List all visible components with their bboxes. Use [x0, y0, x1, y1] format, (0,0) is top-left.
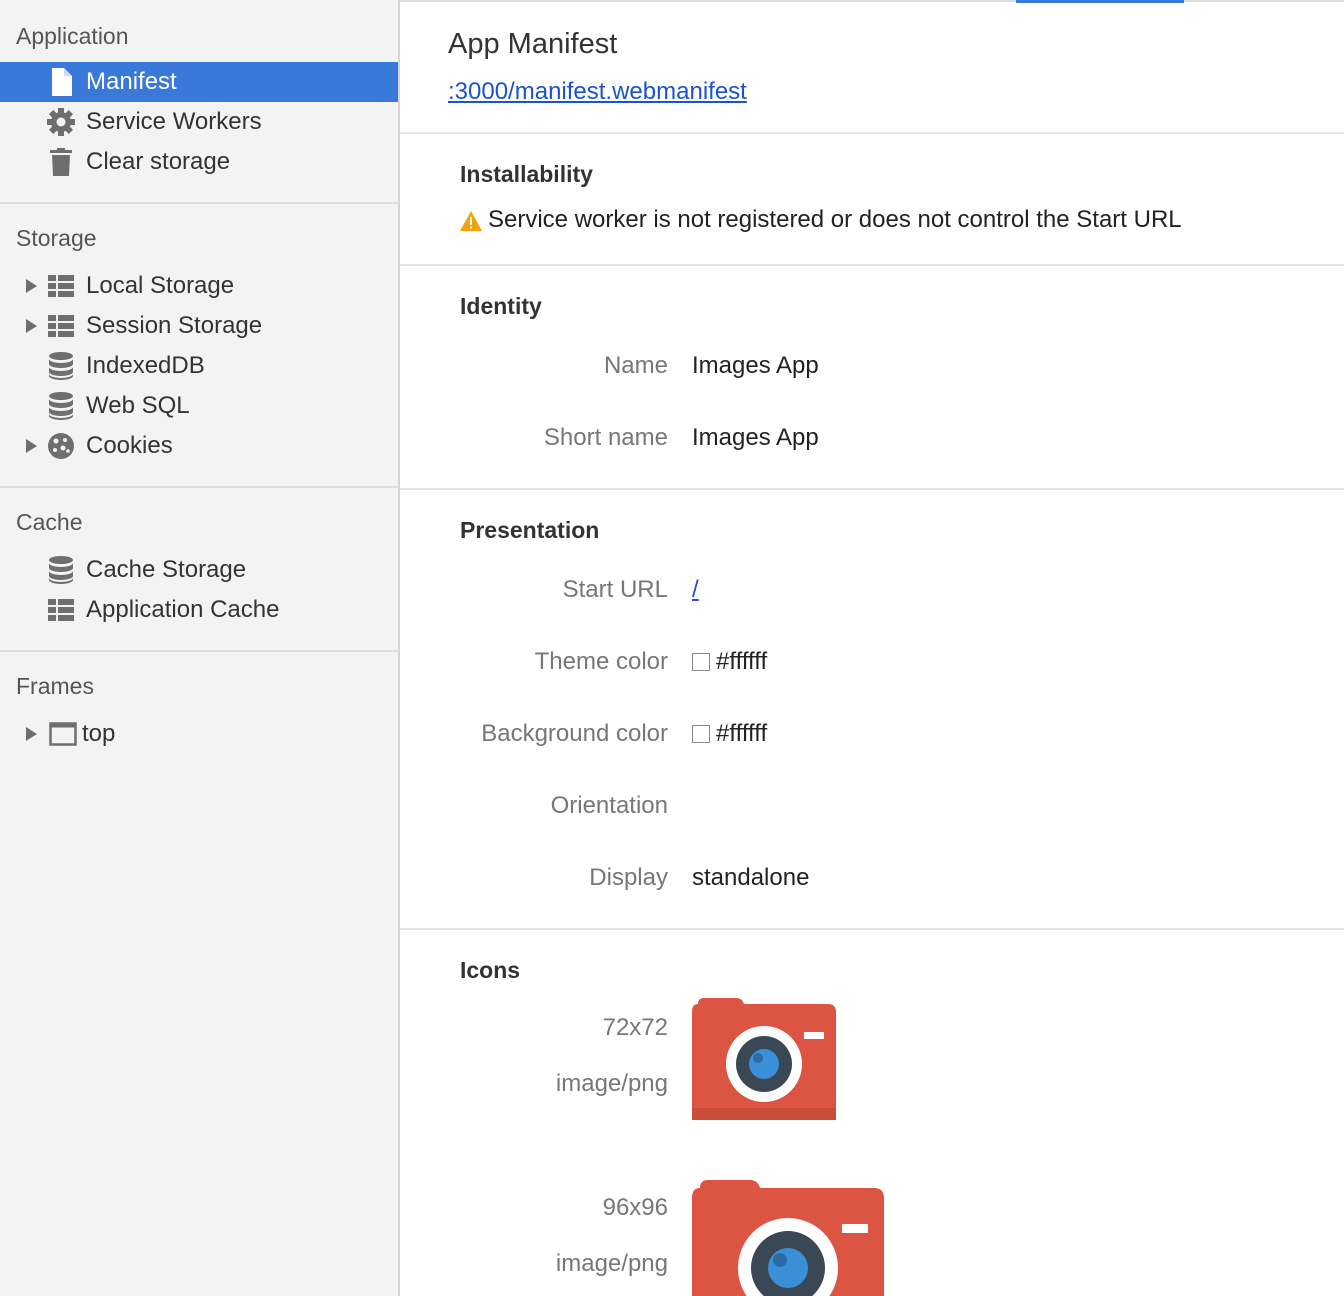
field-value: standalone — [692, 864, 810, 891]
manifest-pane: App Manifest :3000/manifest.webmanifest … — [400, 0, 1344, 1296]
manifest-header: App Manifest :3000/manifest.webmanifest — [400, 0, 1344, 134]
icons-section: Icons 72x72 image/png 96x96 image/png — [400, 930, 1344, 1296]
field-label: Short name — [543, 424, 668, 451]
database-icon — [46, 392, 76, 420]
sidebar-section-storage: Storage Local Storage Session Storage In… — [0, 204, 398, 488]
sidebar-item-cache-storage[interactable]: Cache Storage — [0, 550, 398, 590]
page-title: App Manifest — [448, 28, 618, 60]
field-label: Start URL — [562, 576, 668, 603]
color-value: #ffffff — [716, 720, 768, 747]
sidebar-item-service-workers[interactable]: Service Workers — [0, 102, 398, 142]
document-icon — [46, 68, 76, 96]
grid-icon — [46, 596, 76, 624]
field-value: #ffffff — [692, 648, 767, 676]
field-label: Display — [589, 864, 668, 891]
field-label: Background color — [481, 720, 668, 747]
icon-size: 96x96 — [602, 1194, 668, 1221]
section-heading: Identity — [460, 293, 542, 319]
sidebar-section-title: Application — [16, 23, 129, 49]
sidebar: Application Manifest Service Workers Cle… — [0, 0, 400, 1296]
manifest-url-link[interactable]: :3000/manifest.webmanifest — [448, 78, 747, 106]
field-row-display: Display standalone — [460, 864, 1344, 936]
grid-icon — [46, 272, 76, 300]
expand-arrow-icon[interactable] — [26, 439, 37, 453]
sidebar-section-title: Storage — [16, 225, 97, 251]
field-row-name: Name Images App — [460, 352, 1344, 424]
database-icon — [46, 556, 76, 584]
sidebar-item-manifest[interactable]: Manifest — [0, 62, 398, 102]
color-swatch — [692, 725, 710, 743]
field-label: Orientation — [550, 792, 668, 819]
sidebar-section-application: Application Manifest Service Workers Cle… — [0, 0, 398, 204]
icon-type: image/png — [555, 1250, 668, 1277]
sidebar-item-label: Local Storage — [86, 272, 235, 299]
field-row-theme-color: Theme color #ffffff — [460, 648, 1344, 720]
frame-icon — [48, 720, 78, 748]
section-heading: Installability — [460, 161, 593, 187]
sidebar-section-title: Cache — [16, 509, 83, 535]
sidebar-item-label: Web SQL — [86, 392, 190, 419]
sidebar-item-label: Application Cache — [86, 596, 280, 623]
icon-type: image/png — [555, 1070, 668, 1097]
sidebar-item-indexeddb[interactable]: IndexedDB — [0, 346, 398, 386]
identity-section: Identity Name Images App Short name Imag… — [400, 266, 1344, 490]
section-heading: Icons — [460, 957, 521, 983]
warning-icon — [460, 210, 482, 231]
sidebar-item-application-cache[interactable]: Application Cache — [0, 590, 398, 630]
icon-entry: 96x96 image/png — [460, 1180, 1344, 1296]
sidebar-item-web-sql[interactable]: Web SQL — [0, 386, 398, 426]
expand-arrow-icon[interactable] — [26, 279, 37, 293]
camera-icon — [692, 998, 836, 1125]
gear-icon — [46, 108, 76, 136]
field-value: Images App — [692, 424, 819, 451]
expand-arrow-icon[interactable] — [26, 319, 37, 333]
sidebar-section-cache: Cache Cache Storage Application Cache — [0, 488, 398, 652]
field-value: Images App — [692, 352, 819, 379]
field-value: / — [692, 576, 699, 604]
cookie-icon — [46, 432, 76, 460]
sidebar-item-label: Manifest — [86, 68, 177, 95]
trash-icon — [46, 148, 76, 176]
warning-text: Service worker is not registered or does… — [488, 206, 1182, 233]
field-label: Theme color — [534, 648, 668, 675]
section-heading: Presentation — [460, 517, 600, 543]
sidebar-item-clear-storage[interactable]: Clear storage — [0, 142, 398, 182]
installability-section: Installability Service worker is not reg… — [400, 134, 1344, 266]
color-value: #ffffff — [716, 648, 768, 675]
sidebar-item-top-frame[interactable]: top — [0, 714, 398, 754]
sidebar-item-label: Service Workers — [86, 108, 262, 135]
sidebar-item-label: Cache Storage — [86, 556, 247, 583]
field-row-orientation: Orientation — [460, 792, 1344, 864]
sidebar-item-label: Clear storage — [86, 148, 231, 175]
sidebar-section-title: Frames — [16, 673, 94, 699]
icon-entry: 72x72 image/png — [460, 998, 1344, 1194]
devtools-application-panel: Application Manifest Service Workers Cle… — [0, 0, 1344, 1296]
sidebar-item-label: IndexedDB — [86, 352, 205, 379]
field-row-background-color: Background color #ffffff — [460, 720, 1344, 792]
sidebar-item-cookies[interactable]: Cookies — [0, 426, 398, 466]
start-url-link[interactable]: / — [692, 576, 699, 604]
color-swatch — [692, 653, 710, 671]
sidebar-item-label: top — [82, 720, 116, 747]
field-row-short-name: Short name Images App — [460, 424, 1344, 496]
camera-icon — [692, 1180, 884, 1296]
sidebar-section-frames: Frames top — [0, 652, 398, 770]
field-row-start-url: Start URL / — [460, 576, 1344, 648]
installability-warning: Service worker is not registered or does… — [460, 206, 1344, 234]
icon-size: 72x72 — [602, 1014, 668, 1041]
sidebar-item-label: Session Storage — [86, 312, 263, 339]
sidebar-item-label: Cookies — [86, 432, 173, 459]
sidebar-item-local-storage[interactable]: Local Storage — [0, 266, 398, 306]
sidebar-item-session-storage[interactable]: Session Storage — [0, 306, 398, 346]
expand-arrow-icon[interactable] — [26, 727, 37, 741]
presentation-section: Presentation Start URL / Theme color #ff… — [400, 490, 1344, 930]
grid-icon — [46, 312, 76, 340]
field-value: #ffffff — [692, 720, 767, 748]
field-label: Name — [603, 352, 668, 379]
database-icon — [46, 352, 76, 380]
